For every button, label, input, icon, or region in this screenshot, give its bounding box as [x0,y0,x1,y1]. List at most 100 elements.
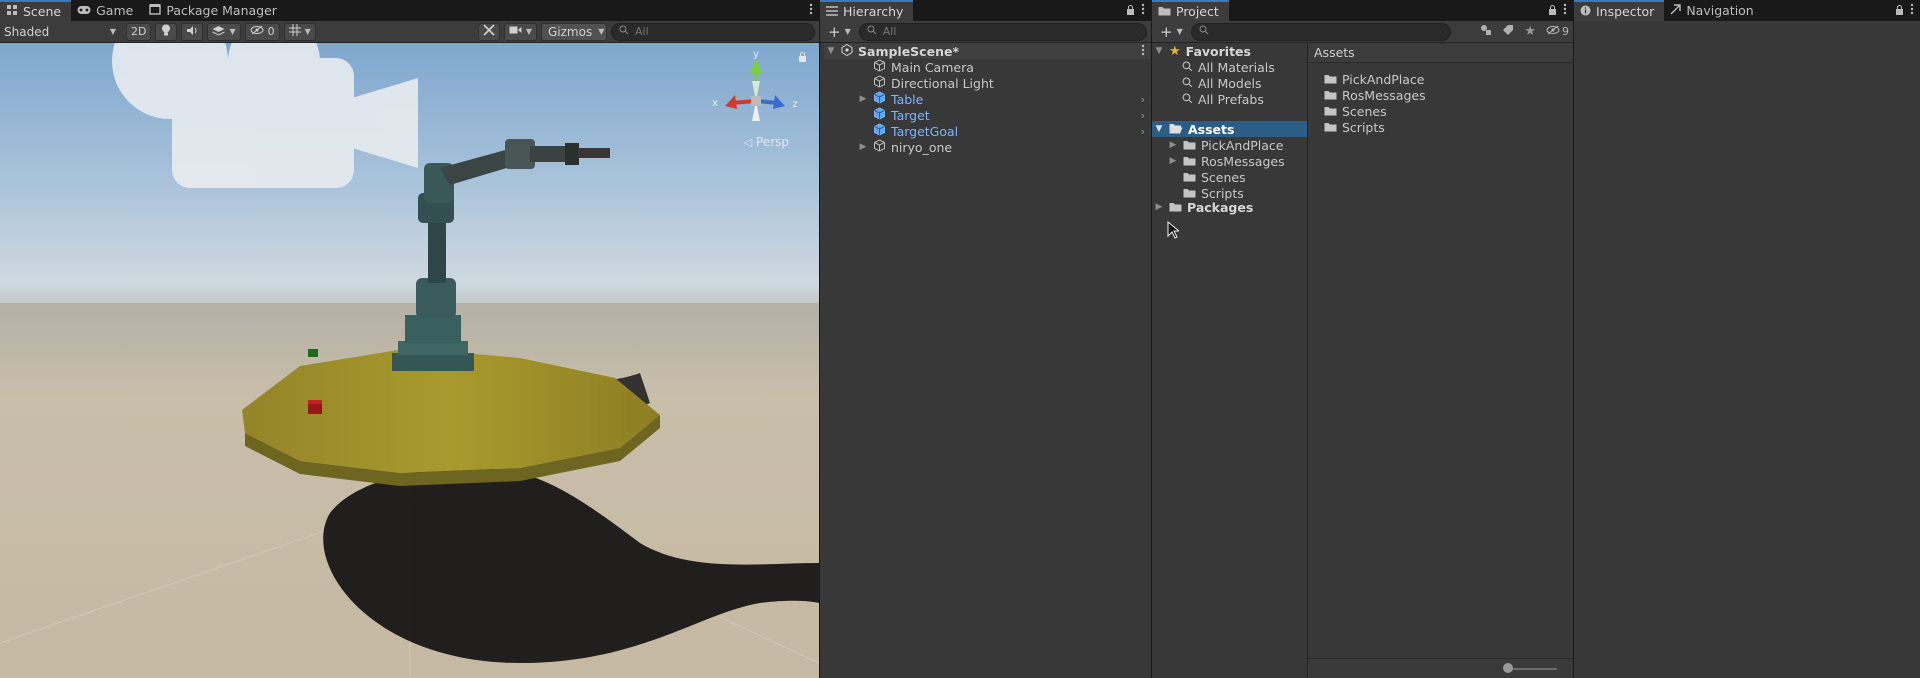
gizmos-dropdown[interactable]: Gizmos ▼ [541,22,607,41]
scene-search-field[interactable] [611,22,815,41]
expand-arrow-icon[interactable]: ▼ [826,46,836,56]
tools-toggle[interactable] [477,22,500,41]
tab-inspector[interactable]: Inspector [1574,0,1665,21]
folder-icon [1183,138,1196,153]
tab-navigation-label: Navigation [1686,3,1754,18]
content-folder-label: Scripts [1342,119,1385,135]
axis-z-label: z [792,99,797,110]
expand-arrow-icon[interactable]: ▶ [858,142,868,152]
perspective-icon: ◁ [743,136,753,149]
hierarchy-search-field[interactable] [858,22,1147,41]
more-menu-icon[interactable] [1141,3,1145,18]
tab-project[interactable]: Project [1152,0,1229,21]
effects-dropdown[interactable]: ▼ [207,22,241,41]
hidden-packages-toggle[interactable]: 9 [1546,25,1569,38]
more-menu-icon[interactable] [809,3,813,18]
lock-icon[interactable] [798,51,807,65]
hidden-count: 0 [267,25,275,38]
hierarchy-item-label: niryo_one [891,139,953,155]
chevron-down-icon: ▼ [229,27,236,36]
tab-hierarchy[interactable]: Hierarchy [820,0,914,21]
scene-render [0,43,819,678]
favorites-item[interactable]: All Prefabs [1182,91,1264,107]
breadcrumb-assets[interactable]: Assets [1314,45,1355,60]
hierarchy-item[interactable]: ▶ Table › [858,91,1151,107]
shading-mode-dropdown[interactable]: Shaded ▼ [4,23,122,41]
project-content-area: Assets PickAndPlace RosMessages Scenes Scri… [1308,43,1573,678]
grid-snap-dropdown[interactable]: ▼ [283,22,316,41]
content-folder-item[interactable]: Scenes [1324,103,1387,119]
content-folder-item[interactable]: Scripts [1324,119,1385,135]
hierarchy-tabbar: Hierarchy [820,0,1151,21]
favorites-item-label: All Materials [1198,59,1275,75]
create-dropdown[interactable]: + ▼ [824,23,855,41]
perspective-label: Persp [756,135,789,149]
scene-panel: Scene Game Package Manager Shaded ▼ 2D ▼… [0,0,819,678]
folder-icon [1169,200,1182,215]
plus-icon: + [1160,22,1173,41]
perspective-toggle[interactable]: ◁ Persp [744,135,789,149]
favorites-item[interactable]: All Materials [1182,59,1275,75]
camera-dropdown[interactable]: ▼ [503,22,537,41]
expand-arrow-icon[interactable]: ▼ [1154,46,1164,56]
audio-toggle[interactable] [181,22,204,41]
scene-root-row[interactable]: ▼ SampleScene* [824,43,1151,59]
mode-2d-toggle[interactable]: 2D [126,22,152,41]
folder-icon [1158,4,1171,19]
expand-arrow-icon[interactable]: ▶ [858,94,868,104]
expand-arrow-icon[interactable]: ▶ [1168,140,1178,150]
assets-subfolder-row[interactable]: Scenes [1168,169,1246,185]
icon-size-slider-handle[interactable] [1503,663,1513,673]
hierarchy-item[interactable]: Main Camera [858,59,1151,75]
hierarchy-item-label: Target [891,107,930,123]
prefab-cube-icon [873,91,886,107]
packages-row[interactable]: ▶ Packages [1154,199,1254,215]
expand-arrow-icon[interactable]: ▶ [1168,156,1178,166]
scene-viewport[interactable]: y x z ◁ Persp [0,43,819,678]
tab-package-manager[interactable]: Package Manager [143,0,287,21]
favorites-label: Favorites [1185,43,1251,59]
create-asset-dropdown[interactable]: + ▼ [1156,23,1187,41]
favorites-item-label: All Models [1198,75,1262,91]
tab-scene[interactable]: Scene [0,0,72,21]
chevron-right-icon[interactable]: › [1141,93,1145,106]
more-menu-icon[interactable] [1910,3,1914,18]
project-search-field[interactable] [1190,22,1451,41]
label-tag-icon[interactable] [1502,24,1514,39]
hierarchy-item[interactable]: TargetGoal › [858,123,1151,139]
unity-scene-icon [841,43,853,59]
favorites-row[interactable]: ▼ ★ Favorites [1154,43,1251,59]
search-by-type-icon[interactable] [1480,24,1492,39]
expand-arrow-icon[interactable]: ▶ [1154,202,1164,212]
assets-subfolder-row[interactable]: ▶ RosMessages [1168,153,1285,169]
content-folder-item[interactable]: RosMessages [1324,87,1426,103]
hierarchy-item[interactable]: Target › [858,107,1151,123]
more-menu-icon[interactable] [1141,44,1145,59]
lock-icon[interactable] [1126,4,1135,18]
more-menu-icon[interactable] [1563,3,1567,18]
content-folder-item[interactable]: PickAndPlace [1324,71,1425,87]
lighting-toggle[interactable] [155,22,178,41]
hierarchy-item[interactable]: ▶ niryo_one [858,139,1151,155]
scene-name: SampleScene* [858,43,959,59]
favorites-item[interactable]: All Models [1182,75,1262,91]
tab-game-label: Game [96,3,134,18]
assets-folder-row[interactable]: ▼ Assets [1152,121,1307,137]
hierarchy-item[interactable]: Directional Light [858,75,1151,91]
scene-visibility-toggle[interactable]: 0 [244,22,280,41]
star-icon[interactable]: ★ [1524,24,1536,39]
expand-arrow-icon[interactable]: ▼ [1154,124,1164,134]
lock-icon[interactable] [1548,4,1557,18]
chevron-right-icon[interactable]: › [1141,109,1145,122]
hierarchy-search-input[interactable] [882,25,1139,38]
scene-search-input[interactable] [635,25,807,38]
lock-icon[interactable] [1895,4,1904,18]
gizmos-label: Gizmos [548,24,593,39]
chevron-right-icon[interactable]: › [1141,125,1145,138]
prefab-cube-icon [873,107,886,123]
hierarchy-toolbar: + ▼ [820,21,1151,43]
tab-inspector-label: Inspector [1596,4,1655,19]
tab-game[interactable]: Game [71,0,143,21]
assets-subfolder-row[interactable]: ▶ PickAndPlace [1168,137,1284,153]
tab-navigation[interactable]: Navigation [1664,0,1763,21]
